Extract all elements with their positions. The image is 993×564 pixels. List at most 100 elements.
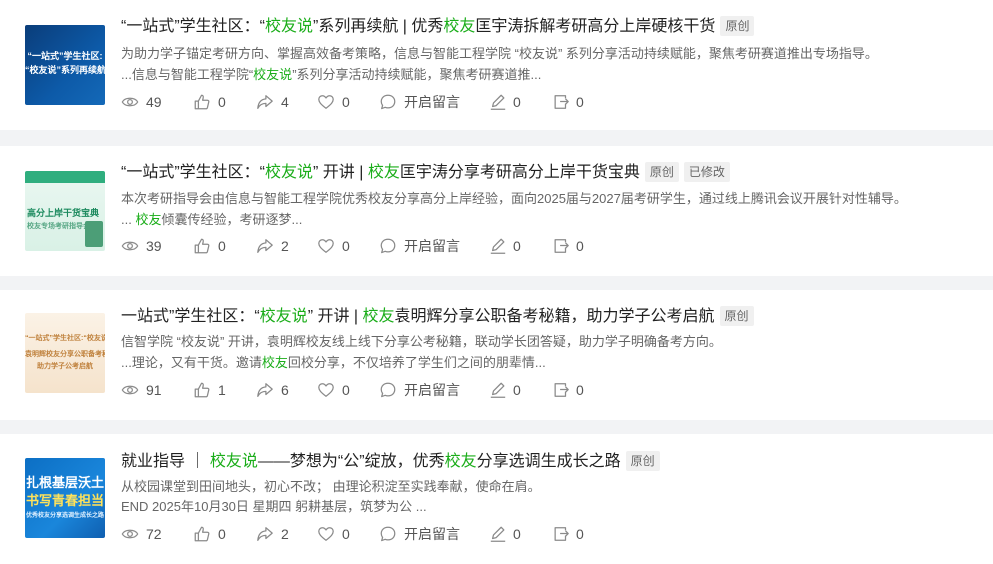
comment-toggle[interactable]: 开启留言 — [379, 524, 460, 544]
article-card[interactable]: 扎根基层沃土 书写青春担当 优秀校友分享选调生成长之路 就业指导 ｜ 校友说——… — [0, 434, 993, 564]
title-text: 分享选调生成长之路 — [476, 453, 621, 470]
views-count: 49 — [146, 94, 162, 110]
export-count: 0 — [576, 238, 584, 254]
title-text: 就业指导 ｜ — [121, 453, 210, 470]
article-thumbnail[interactable]: “一站式”学生社区: “校友说”系列再续航 — [25, 25, 105, 105]
article-summary: 本次考研指导会由信息与智能工程学院优秀校友分享高分上岸经验，面向2025届与20… — [121, 188, 907, 209]
export-icon — [554, 527, 569, 541]
likes-stat[interactable]: 0 — [193, 236, 226, 256]
title-text: 匡宇涛分享考研高分上岸干货宝典 — [399, 164, 640, 181]
article-excerpt: ...理论，又有干货。邀请校友回校分享，不仅培养了学生们之间的朋辈情... — [121, 352, 546, 373]
favorites-stat[interactable]: 0 — [317, 380, 350, 400]
article-card[interactable]: “一站式”学生社区: “校友说”系列再续航 “一站式”学生社区：“校友说”系列再… — [0, 0, 993, 130]
thumbnail-text: “一站式”学生社区:“校友说”开讲 — [25, 335, 105, 342]
eye-icon — [121, 529, 139, 539]
excerpt-text: END 2025年10月30日 星期四 躬耕基层，筑梦为公 ... — [121, 499, 427, 514]
likes-stat[interactable]: 1 — [193, 380, 226, 400]
shares-stat[interactable]: 6 — [256, 380, 289, 400]
favorites-stat[interactable]: 0 — [317, 236, 350, 256]
thumb-up-icon — [194, 382, 210, 398]
export-stat[interactable]: 0 — [552, 92, 584, 112]
article-thumbnail[interactable]: “一站式”学生社区:“校友说”开讲 袁明辉校友分享公职备考秘籍 助力学子公考启航 — [25, 313, 105, 393]
excerpt-highlight: 校友 — [135, 212, 162, 227]
comment-label: 开启留言 — [404, 238, 460, 254]
shares-stat[interactable]: 4 — [256, 92, 289, 112]
likes-stat[interactable]: 0 — [193, 524, 226, 544]
thumbnail-text: 高分上岸干货宝典 — [27, 208, 100, 218]
article-thumbnail[interactable]: 扎根基层沃土 书写青春担当 优秀校友分享选调生成长之路 — [25, 458, 105, 538]
title-text: ” 开讲 | — [307, 308, 363, 325]
article-summary: 从校园课堂到田间地头，初心不改； 由理论积淀至实践奉献，使命在肩。 — [121, 476, 541, 497]
summary-text: 信智学院 “校友说” 开讲，袁明辉校友线上线下分享公考秘籍，联动学长团答疑，助力… — [121, 334, 722, 349]
export-icon — [554, 383, 569, 397]
article-title[interactable]: 就业指导 ｜ 校友说——梦想为“公”绽放，优秀校友分享选调生成长之路 原创 — [121, 451, 660, 473]
likes-count: 1 — [218, 382, 226, 398]
excerpt-text: ...信息与智能工程学院“ — [121, 67, 254, 82]
title-highlight: 校友说 — [209, 453, 258, 470]
share-icon — [257, 383, 273, 397]
article-title[interactable]: 一站式”学生社区：“校友说” 开讲 | 校友袁明辉分享公职备考秘籍，助力学子公考… — [121, 306, 754, 328]
thumb-up-icon — [194, 94, 210, 110]
thumb-up-icon — [194, 526, 210, 542]
favorites-count: 0 — [342, 94, 350, 110]
pencil-icon — [490, 382, 506, 398]
export-stat[interactable]: 0 — [552, 380, 584, 400]
excerpt-text: ... — [121, 212, 136, 227]
views-count: 39 — [146, 238, 162, 254]
export-count: 0 — [576, 526, 584, 542]
comment-label: 开启留言 — [404, 382, 460, 398]
title-text: 匡宇涛拆解考研高分上岸硬核干货 — [475, 18, 716, 35]
edit-stat[interactable]: 0 — [489, 92, 521, 112]
original-tag: 原创 — [625, 451, 660, 471]
article-card[interactable]: “一站式”学生社区:“校友说”开讲 袁明辉校友分享公职备考秘籍 助力学子公考启航… — [0, 290, 993, 420]
edit-count: 0 — [513, 238, 521, 254]
excerpt-highlight: 校友说 — [253, 67, 293, 82]
title-highlight: 校友 — [444, 453, 477, 470]
edit-stat[interactable]: 0 — [489, 524, 521, 544]
title-highlight: 校友 — [362, 308, 395, 325]
article-summary: 信智学院 “校友说” 开讲，袁明辉校友线上线下分享公考秘籍，联动学长团答疑，助力… — [121, 331, 722, 352]
comment-toggle[interactable]: 开启留言 — [379, 236, 460, 256]
favorites-count: 0 — [342, 238, 350, 254]
favorites-stat[interactable]: 0 — [317, 524, 350, 544]
article-thumbnail[interactable]: 高分上岸干货宝典 校友专场考研指导会 — [25, 171, 105, 251]
edit-stat[interactable]: 0 — [489, 380, 521, 400]
title-highlight: 校友 — [367, 164, 400, 181]
thumbnail-text: 书写青春担当 — [25, 493, 104, 508]
title-text: ”系列再续航 | 优秀 — [313, 18, 444, 35]
article-title[interactable]: “一站式”学生社区：“校友说”系列再续航 | 优秀校友匡宇涛拆解考研高分上岸硬核… — [121, 16, 755, 38]
favorites-stat[interactable]: 0 — [317, 92, 350, 112]
thumb-up-icon — [194, 238, 210, 254]
excerpt-highlight: 校友 — [261, 355, 288, 370]
comment-toggle[interactable]: 开启留言 — [379, 380, 460, 400]
comment-icon — [380, 238, 396, 254]
comment-label: 开启留言 — [404, 526, 460, 542]
title-highlight: 校友说 — [265, 164, 314, 181]
thumbnail-text: “一站式”学生社区: — [27, 51, 103, 61]
heart-icon — [318, 95, 334, 109]
title-text: ——梦想为“公”绽放，优秀 — [257, 453, 445, 470]
shares-stat[interactable]: 2 — [256, 524, 289, 544]
article-card[interactable]: 高分上岸干货宝典 校友专场考研指导会 “一站式”学生社区：“校友说” 开讲 | … — [0, 146, 993, 276]
edit-stat[interactable]: 0 — [489, 236, 521, 256]
export-stat[interactable]: 0 — [552, 236, 584, 256]
share-icon — [257, 95, 273, 109]
favorites-count: 0 — [342, 526, 350, 542]
export-icon — [554, 95, 569, 109]
shares-stat[interactable]: 2 — [256, 236, 289, 256]
export-count: 0 — [576, 382, 584, 398]
export-stat[interactable]: 0 — [552, 524, 584, 544]
title-text: 一站式”学生社区：“ — [121, 308, 260, 325]
modified-tag: 已修改 — [683, 162, 730, 182]
comment-icon — [380, 94, 396, 110]
article-excerpt: END 2025年10月30日 星期四 躬耕基层，筑梦为公 ... — [121, 496, 427, 517]
favorites-count: 0 — [342, 382, 350, 398]
heart-icon — [318, 527, 334, 541]
article-title[interactable]: “一站式”学生社区：“校友说” 开讲 | 校友匡宇涛分享考研高分上岸干货宝典 原创… — [121, 162, 730, 184]
original-tag: 原创 — [720, 16, 755, 36]
summary-text: 本次考研指导会由信息与智能工程学院优秀校友分享高分上岸经验，面向2025届与20… — [121, 191, 907, 206]
thumbnail-text: “校友说”系列再续航 — [25, 65, 105, 75]
comment-toggle[interactable]: 开启留言 — [379, 92, 460, 112]
article-summary: 为助力学子锚定考研方向、掌握高效备考策略，信息与智能工程学院 “校友说” 系列分… — [121, 43, 878, 64]
likes-stat[interactable]: 0 — [193, 92, 226, 112]
